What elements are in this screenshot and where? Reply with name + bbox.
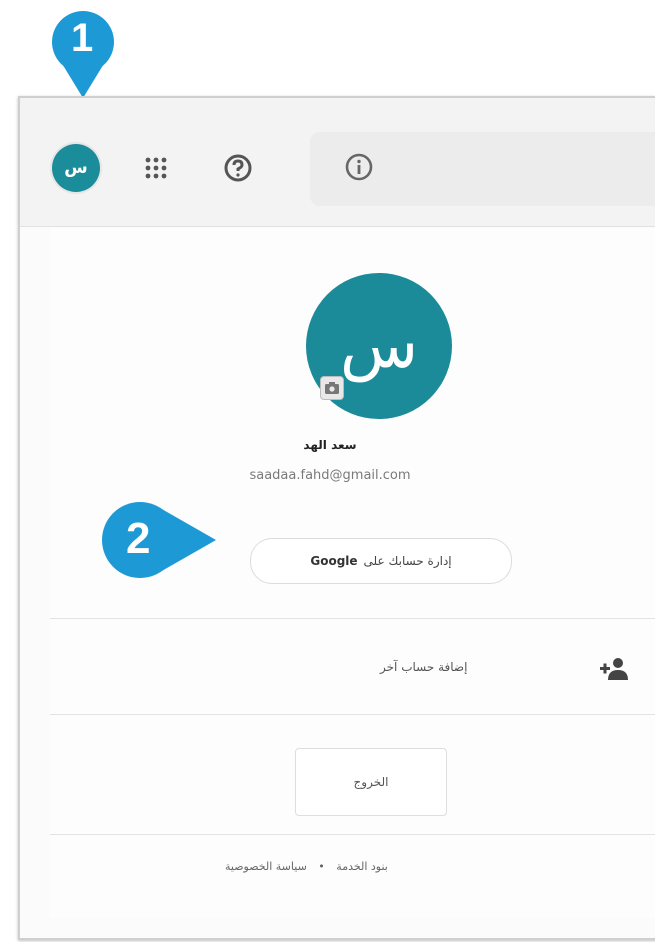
camera-icon[interactable] bbox=[320, 376, 344, 400]
profile-avatar-button[interactable]: س bbox=[52, 144, 100, 192]
footer-links: بنود الخدمة • سياسة الخصوصية bbox=[225, 860, 388, 873]
terms-of-service-link[interactable]: بنود الخدمة bbox=[336, 860, 388, 873]
callout-2-number: 2 bbox=[126, 514, 151, 563]
footer-separator: • bbox=[318, 860, 325, 873]
account-email: saadaa.fahd@gmail.com bbox=[249, 468, 411, 483]
info-icon[interactable] bbox=[344, 152, 374, 186]
account-name: سعد الهد bbox=[303, 438, 357, 452]
help-circle-icon[interactable] bbox=[220, 150, 256, 186]
sign-out-button[interactable]: الخروج bbox=[295, 748, 447, 816]
add-person-icon bbox=[598, 654, 632, 688]
privacy-policy-link[interactable]: سياسة الخصوصية bbox=[225, 860, 307, 873]
divider bbox=[50, 834, 655, 835]
callout-1-number: 1 bbox=[71, 16, 94, 60]
address-bar[interactable] bbox=[310, 132, 655, 206]
callout-1-marker: 1 bbox=[51, 10, 115, 104]
divider bbox=[50, 618, 655, 619]
add-account-row[interactable]: إضافة حساب آخر bbox=[50, 630, 655, 712]
manage-brand-text: Google bbox=[310, 554, 358, 568]
manage-google-account-button[interactable]: Google إدارة حسابك على bbox=[250, 538, 512, 584]
manage-prefix-text: إدارة حسابك على bbox=[363, 554, 452, 568]
browser-toolbar: س bbox=[20, 98, 655, 227]
divider bbox=[50, 714, 655, 715]
add-account-label: إضافة حساب آخر bbox=[380, 660, 468, 674]
apps-grid-icon[interactable] bbox=[138, 150, 174, 186]
callout-2-marker: 2 bbox=[100, 500, 220, 584]
